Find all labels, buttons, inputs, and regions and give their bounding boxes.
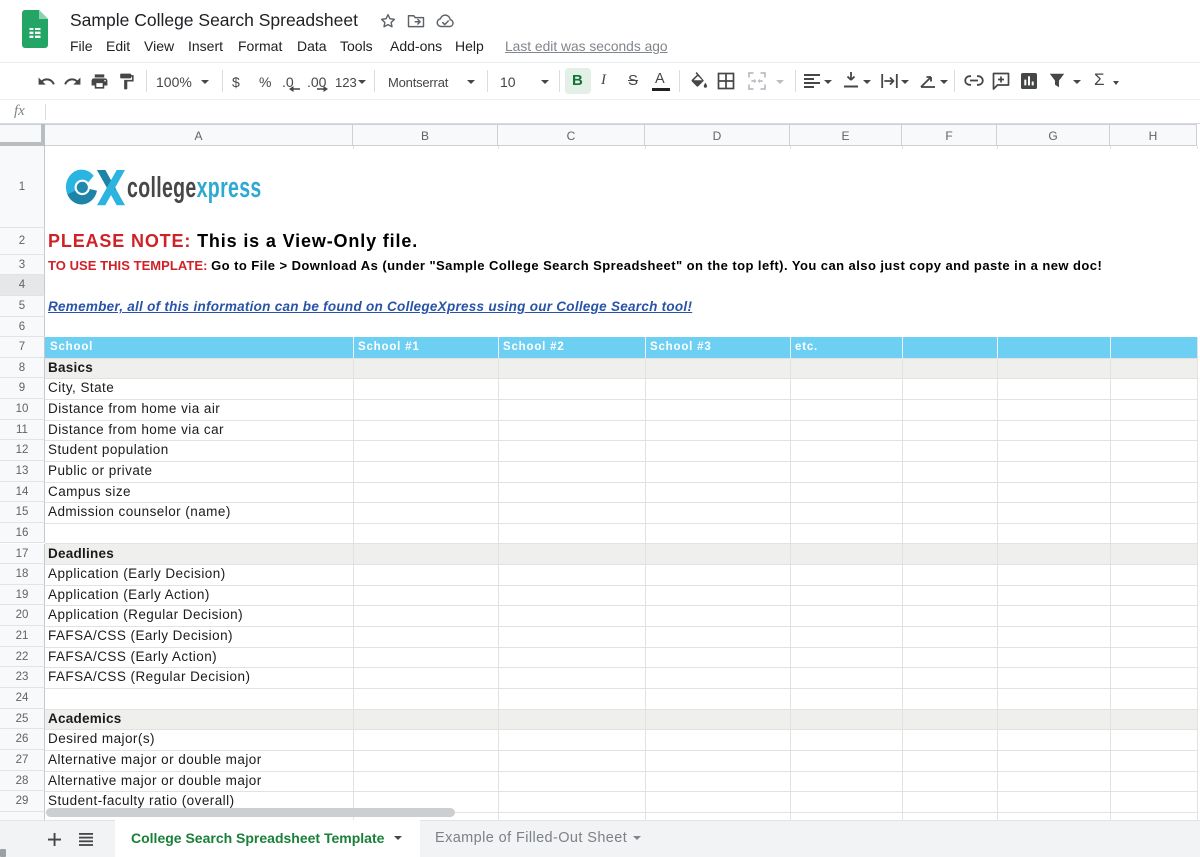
svg-text:collegexpress: collegexpress (127, 172, 262, 204)
